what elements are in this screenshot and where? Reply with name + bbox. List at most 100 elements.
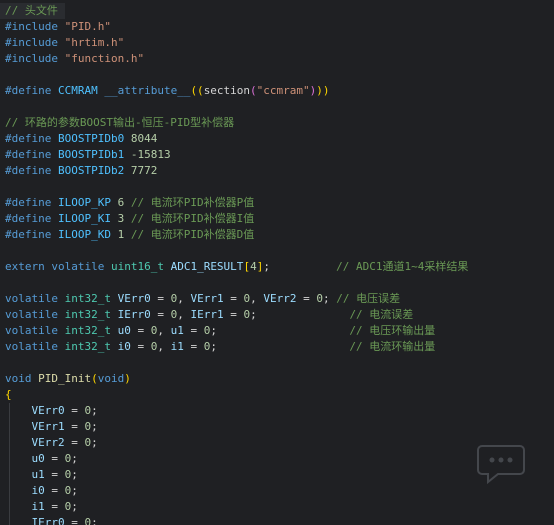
code-token: VErr2 (5, 436, 72, 449)
code-token: = (71, 436, 85, 449)
code-token: VErr1 (190, 292, 231, 305)
code-token: ( (250, 84, 257, 97)
code-token: #define (5, 148, 58, 161)
code-token: -15813 (130, 148, 171, 161)
code-line[interactable]: #define ILOOP_KP 6 // 电流环PID补偿器P值 (5, 195, 554, 211)
indent-guide (9, 435, 10, 451)
code-token: (( (190, 84, 204, 97)
indent-guide (9, 467, 10, 483)
code-token: = (71, 516, 85, 525)
code-line[interactable]: #include "function.h" (5, 51, 554, 67)
code-line[interactable]: VErr0 = 0; (5, 403, 554, 419)
code-line[interactable]: #define ILOOP_KI 3 // 电流环PID补偿器I值 (5, 211, 554, 227)
code-token: // 电压环输出量 (349, 324, 436, 337)
code-token: #include (5, 36, 65, 49)
code-token: int32_t (64, 340, 118, 353)
code-token: u1 (170, 324, 191, 337)
code-token: ; (210, 340, 350, 353)
code-line[interactable]: { (5, 387, 554, 403)
code-token: ; (210, 324, 350, 337)
code-line[interactable] (5, 275, 554, 291)
code-line[interactable]: IErr0 = 0; (5, 515, 554, 525)
code-line[interactable] (5, 243, 554, 259)
code-token: , (177, 308, 191, 321)
code-token: int32_t (64, 292, 118, 305)
code-line[interactable]: #define CCMRAM __attribute__((section("c… (5, 83, 554, 99)
code-token: = (230, 308, 244, 321)
indent-guide (9, 515, 10, 525)
code-editor[interactable]: // 头文件 #include "PID.h" #include "hrtim.h"… (0, 0, 554, 525)
code-line[interactable]: #define ILOOP_KD 1 // 电流环PID补偿器D值 (5, 227, 554, 243)
code-token: void (97, 372, 125, 385)
code-token: ILOOP_KD (57, 228, 118, 241)
code-token: volatile (51, 260, 111, 273)
code-line[interactable]: i0 = 0; (5, 483, 554, 499)
code-token: ; (71, 452, 78, 465)
code-token: BOOSTPIDb1 (57, 148, 131, 161)
code-token: = (157, 308, 171, 321)
code-token: // ADC1通道1~4采样结果 (336, 260, 469, 273)
code-line[interactable]: extern volatile uint16_t ADC1_RESULT[4];… (5, 259, 554, 275)
code-line[interactable] (5, 355, 554, 371)
code-token: "hrtim.h" (64, 36, 125, 49)
code-token: i0 (117, 340, 138, 353)
code-token: __attribute__ (104, 84, 191, 97)
code-token: // 电流环PID补偿器I值 (130, 212, 255, 225)
code-line[interactable]: volatile int32_t u0 = 0, u1 = 0; // 电压环输… (5, 323, 554, 339)
code-line[interactable]: VErr2 = 0; (5, 435, 554, 451)
code-token: 3 (117, 212, 131, 225)
code-token: ; (263, 260, 337, 273)
code-line[interactable]: volatile int32_t VErr0 = 0, VErr1 = 0, V… (5, 291, 554, 307)
code-token: = (51, 500, 65, 513)
code-token: u0 (5, 452, 52, 465)
code-token: volatile (5, 324, 65, 337)
code-token: i1 (5, 500, 52, 513)
code-line[interactable] (5, 179, 554, 195)
code-token: #define (5, 164, 58, 177)
code-token: , (157, 340, 171, 353)
indent-guide (9, 451, 10, 467)
code-token: "PID.h" (64, 20, 111, 33)
code-line[interactable]: VErr1 = 0; (5, 419, 554, 435)
code-token: = (190, 340, 204, 353)
code-token: 4 (250, 260, 257, 273)
code-line[interactable] (5, 99, 554, 115)
code-line[interactable]: void PID_Init(void) (5, 371, 554, 387)
code-line[interactable]: #include "hrtim.h" (5, 35, 554, 51)
code-line[interactable]: i1 = 0; (5, 499, 554, 515)
code-token: ; (71, 484, 78, 497)
code-line[interactable]: #define BOOSTPIDb1 -15813 (5, 147, 554, 163)
code-token: = (137, 340, 151, 353)
code-token: PID_Init (38, 372, 92, 385)
code-token: ; (91, 404, 98, 417)
indent-guide (9, 419, 10, 435)
code-line[interactable]: #define BOOSTPIDb2 7772 (5, 163, 554, 179)
code-line[interactable]: #include "PID.h" (5, 19, 554, 35)
code-token: // 环路的参数BOOST输出-恒压-PID型补偿器 (5, 116, 235, 129)
code-token: VErr0 (117, 292, 158, 305)
code-line[interactable]: u0 = 0; (5, 451, 554, 467)
code-token: , (250, 292, 264, 305)
code-token: 7772 (130, 164, 158, 177)
code-token: // 电流误差 (349, 308, 414, 321)
code-token: ; (91, 436, 98, 449)
code-token: = (230, 292, 244, 305)
code-token: VErr0 (5, 404, 72, 417)
code-token: #include (5, 52, 65, 65)
code-line[interactable]: #define BOOSTPIDb0 8044 (5, 131, 554, 147)
code-token: 1 (117, 228, 131, 241)
code-line[interactable]: volatile int32_t IErr0 = 0, IErr1 = 0; /… (5, 307, 554, 323)
code-token: #define (5, 84, 58, 97)
code-token: = (51, 484, 65, 497)
code-token: // 头文件 (5, 4, 58, 17)
code-token: u0 (117, 324, 138, 337)
indent-guide (9, 403, 10, 419)
code-line[interactable]: // 环路的参数BOOST输出-恒压-PID型补偿器 (5, 115, 554, 131)
code-token: ILOOP_KP (57, 196, 118, 209)
code-line[interactable]: u1 = 0; (5, 467, 554, 483)
indent-guide (9, 483, 10, 499)
code-lines[interactable]: // 头文件 #include "PID.h" #include "hrtim.h"… (0, 3, 554, 525)
code-line[interactable]: // 头文件 (0, 3, 65, 19)
code-line[interactable]: volatile int32_t i0 = 0, i1 = 0; // 电流环输… (5, 339, 554, 355)
code-line[interactable] (5, 67, 554, 83)
